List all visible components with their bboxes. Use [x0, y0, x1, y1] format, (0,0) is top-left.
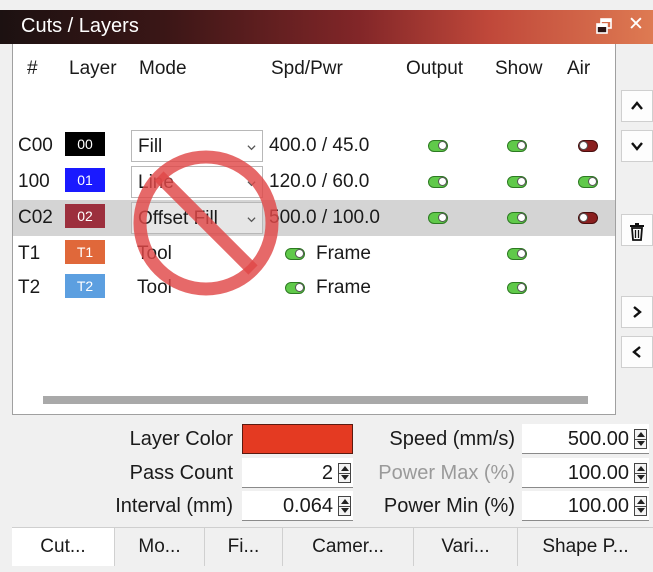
table-row[interactable]: C00 00 Fill 400.0 / 45.0 [13, 128, 615, 164]
frame-label: Frame [316, 277, 371, 298]
column-header-num: # [27, 58, 38, 79]
chevron-down-icon [247, 217, 256, 223]
speed-power-value: 500.0 / 100.0 [269, 207, 380, 228]
row-number: C00 [18, 135, 53, 156]
interval-spinner[interactable]: 0.064 [242, 491, 353, 521]
column-header-layer: Layer [69, 58, 117, 79]
show-toggle[interactable] [507, 282, 527, 294]
power-min-label: Power Min (%) [383, 495, 515, 517]
column-header-spdpwr: Spd/Pwr [271, 58, 343, 79]
pass-count-value: 2 [321, 462, 333, 484]
speed-power-value: 120.0 / 60.0 [269, 171, 370, 192]
layer-swatch[interactable]: T2 [65, 274, 105, 298]
table-row[interactable]: T2 T2 Tool Frame [13, 270, 615, 306]
power-max-spinner[interactable]: 100.00 [522, 458, 649, 488]
layer-swatch[interactable]: 00 [65, 132, 105, 156]
table-row[interactable]: C02 02 Offset Fill 500.0 / 100.0 [13, 200, 615, 236]
power-max-value: 100.00 [567, 462, 629, 484]
pass-count-spinner[interactable]: 2 [242, 458, 353, 488]
speed-value: 500.00 [567, 428, 629, 450]
panel-title: Cuts / Layers [21, 15, 139, 37]
mode-select[interactable]: Fill [131, 130, 263, 162]
row-number: C02 [18, 207, 53, 228]
table-row[interactable]: 100 01 Line 120.0 / 60.0 [13, 164, 615, 200]
frame-toggle[interactable] [285, 248, 305, 260]
layer-color-swatch[interactable] [242, 424, 353, 454]
horizontal-scrollbar[interactable] [43, 396, 588, 404]
mode-select-value: Line [138, 172, 174, 193]
tab-variable[interactable]: Vari... [414, 528, 518, 566]
spin-arrows-icon[interactable] [338, 496, 351, 516]
power-min-value: 100.00 [567, 495, 629, 517]
spin-arrows-icon[interactable] [634, 496, 647, 516]
layers-table: # Layer Mode Spd/Pwr Output Show Air C00… [12, 44, 616, 415]
chevron-right-icon [633, 306, 642, 318]
expand-right-button[interactable] [621, 296, 653, 328]
layer-color-label: Layer Color [129, 428, 233, 450]
mode-label: Tool [137, 277, 172, 298]
table-row[interactable]: T1 T1 Tool Frame [13, 236, 615, 272]
close-icon[interactable]: ✕ [628, 14, 644, 36]
tab-cuts[interactable]: Cut... [12, 528, 115, 566]
air-toggle[interactable] [578, 176, 598, 188]
move-up-button[interactable] [621, 90, 653, 122]
delete-layer-button[interactable] [621, 214, 653, 246]
air-toggle[interactable] [578, 140, 598, 152]
frame-toggle[interactable] [285, 282, 305, 294]
chevron-down-icon [631, 142, 643, 151]
show-toggle[interactable] [507, 212, 527, 224]
spin-arrows-icon[interactable] [634, 463, 647, 483]
show-toggle[interactable] [507, 176, 527, 188]
interval-value: 0.064 [282, 495, 333, 517]
bottom-tab-bar: Cut... Mo... Fi... Camer... Vari... Shap… [12, 527, 653, 566]
speed-label: Speed (mm/s) [389, 428, 515, 450]
output-toggle[interactable] [428, 212, 448, 224]
float-window-icon[interactable] [596, 18, 612, 34]
move-down-button[interactable] [621, 130, 653, 162]
tab-move[interactable]: Mo... [115, 528, 205, 566]
air-toggle[interactable] [578, 212, 598, 224]
output-toggle[interactable] [428, 176, 448, 188]
column-header-mode: Mode [139, 58, 187, 79]
frame-label: Frame [316, 243, 371, 264]
spin-arrows-icon[interactable] [338, 463, 351, 483]
panel-titlebar: Cuts / Layers ✕ [0, 10, 653, 44]
chevron-left-icon [632, 346, 641, 358]
collapse-left-button[interactable] [621, 336, 653, 368]
speed-power-value: 400.0 / 45.0 [269, 135, 370, 156]
mode-select-value: Offset Fill [138, 208, 218, 229]
speed-spinner[interactable]: 500.00 [522, 424, 649, 454]
row-number: T2 [18, 277, 41, 298]
trash-icon [630, 223, 644, 241]
layer-swatch[interactable]: 02 [65, 204, 105, 228]
chevron-up-icon [631, 101, 643, 110]
mode-select[interactable]: Offset Fill [131, 202, 263, 234]
layer-properties: Layer Color Pass Count 2 Interval (mm) 0… [12, 418, 653, 526]
show-toggle[interactable] [507, 248, 527, 260]
power-max-label: Power Max (%) [378, 462, 515, 484]
show-toggle[interactable] [507, 140, 527, 152]
mode-select[interactable]: Line [131, 166, 263, 198]
scrollbar-thumb[interactable] [43, 396, 588, 404]
mode-label: Tool [137, 243, 172, 264]
pass-count-label: Pass Count [129, 462, 233, 484]
tab-file[interactable]: Fi... [205, 528, 283, 566]
tab-shape-properties[interactable]: Shape P... [518, 528, 653, 566]
layer-swatch[interactable]: T1 [65, 240, 105, 264]
column-header-air: Air [567, 58, 591, 79]
power-min-spinner[interactable]: 100.00 [522, 491, 649, 521]
row-number: T1 [18, 243, 41, 264]
row-number: 100 [18, 171, 50, 192]
mode-select-value: Fill [138, 136, 163, 157]
chevron-down-icon [247, 181, 256, 187]
spin-arrows-icon[interactable] [634, 429, 647, 449]
column-header-output: Output [406, 58, 464, 79]
layer-swatch[interactable]: 01 [65, 168, 105, 192]
tab-camera[interactable]: Camer... [283, 528, 414, 566]
chevron-down-icon [247, 145, 256, 151]
output-toggle[interactable] [428, 140, 448, 152]
interval-label: Interval (mm) [115, 495, 233, 517]
column-header-show: Show [495, 58, 543, 79]
